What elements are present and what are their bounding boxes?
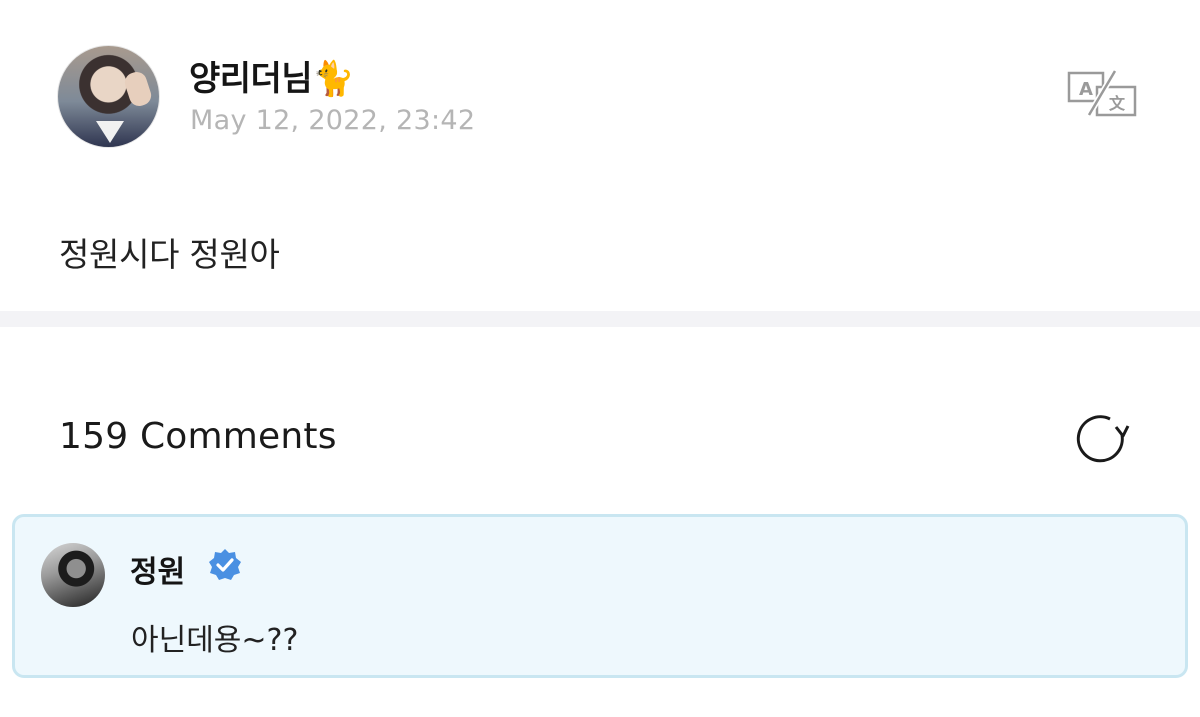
author-avatar[interactable]: [57, 45, 160, 148]
comment-text: 아닌데용~??: [131, 623, 299, 658]
refresh-icon: [1076, 415, 1130, 463]
section-divider: [0, 311, 1200, 327]
svg-text:文: 文: [1109, 94, 1126, 113]
commenter-avatar[interactable]: [41, 543, 105, 607]
post-body-text: 정원시다 정원아: [59, 235, 280, 274]
author-name[interactable]: 양리더님🐈: [189, 51, 354, 100]
author-name-text: 양리더님: [189, 59, 313, 99]
post-date: May 12, 2022, 23:42: [190, 105, 476, 136]
verified-badge-icon: [209, 549, 241, 580]
highlighted-comment[interactable]: 정원 아닌데용~??: [12, 514, 1188, 678]
post-header: 양리더님🐈 May 12, 2022, 23:42 A 文: [57, 45, 1147, 149]
refresh-comments-button[interactable]: [1072, 413, 1130, 467]
avatar-hand-shape: [122, 69, 154, 109]
translate-button[interactable]: A 文: [1067, 69, 1139, 119]
commenter-name[interactable]: 정원: [130, 547, 185, 591]
cat-emoji-icon: 🐈: [312, 59, 354, 99]
post-detail-page: 양리더님🐈 May 12, 2022, 23:42 A 文 정원시다 정원아 1…: [0, 0, 1200, 717]
translate-icon: A 文: [1067, 69, 1137, 117]
avatar-collar-shape: [96, 121, 124, 143]
svg-text:A: A: [1079, 79, 1093, 100]
comments-count: 159 Comments: [59, 416, 337, 457]
